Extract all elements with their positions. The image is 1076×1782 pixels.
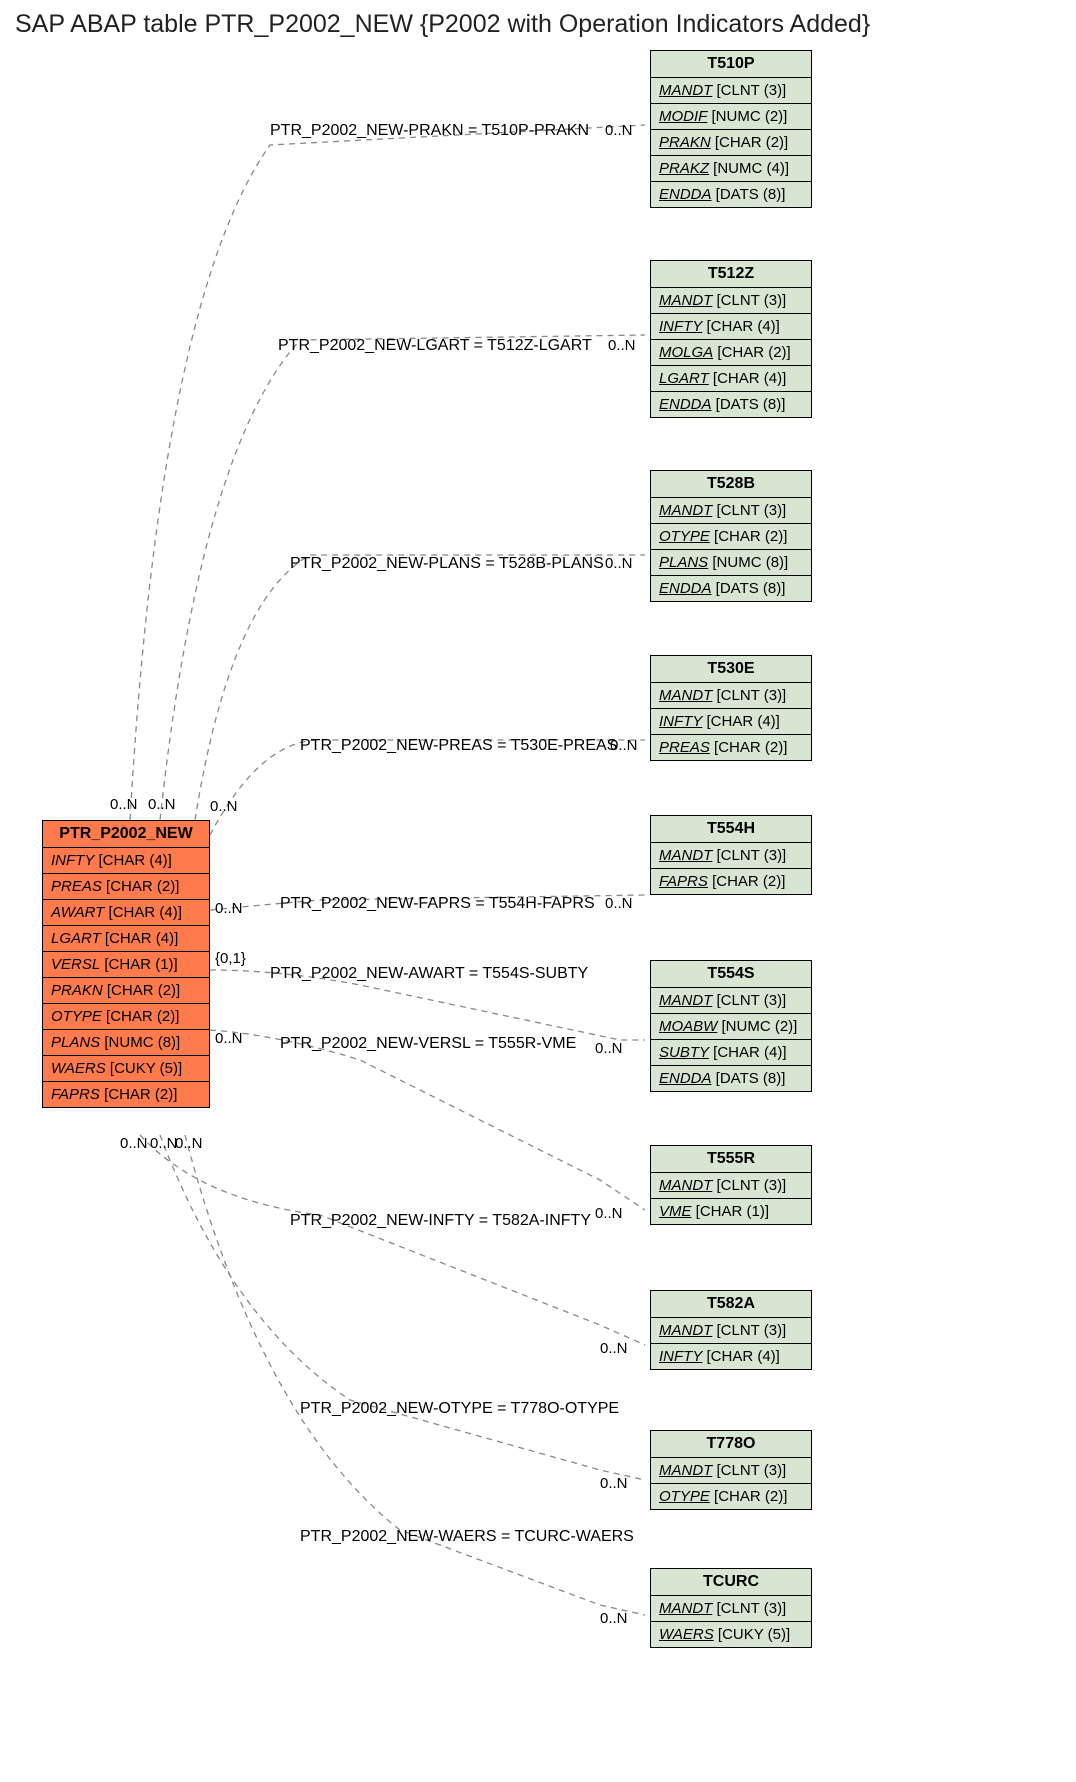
field-row: OTYPE [CHAR (2)] bbox=[651, 524, 811, 550]
entity-header: T512Z bbox=[651, 261, 811, 288]
edge-label: PTR_P2002_NEW-PRAKN = T510P-PRAKN bbox=[270, 122, 589, 140]
field-row: LGART [CHAR (4)] bbox=[651, 366, 811, 392]
entity-header: T528B bbox=[651, 471, 811, 498]
entity-header: T530E bbox=[651, 656, 811, 683]
field-row: OTYPE [CHAR (2)] bbox=[43, 1004, 209, 1030]
field-row: MANDT [CLNT (3)] bbox=[651, 1173, 811, 1199]
cardinality-left: 0..N bbox=[120, 1135, 148, 1152]
entity-header: T778O bbox=[651, 1431, 811, 1458]
entity-header: T554H bbox=[651, 816, 811, 843]
field-row: INFTY [CHAR (4)] bbox=[651, 709, 811, 735]
field-row: SUBTY [CHAR (4)] bbox=[651, 1040, 811, 1066]
field-row: PREAS [CHAR (2)] bbox=[43, 874, 209, 900]
cardinality-left: 0..N bbox=[150, 1135, 178, 1152]
entity-header: T555R bbox=[651, 1146, 811, 1173]
entity-t554s: T554SMANDT [CLNT (3)]MOABW [NUMC (2)]SUB… bbox=[650, 960, 812, 1092]
field-row: FAPRS [CHAR (2)] bbox=[43, 1082, 209, 1107]
field-row: MANDT [CLNT (3)] bbox=[651, 498, 811, 524]
entity-t512z: T512ZMANDT [CLNT (3)]INFTY [CHAR (4)]MOL… bbox=[650, 260, 812, 418]
field-row: VERSL [CHAR (1)] bbox=[43, 952, 209, 978]
field-row: PRAKN [CHAR (2)] bbox=[43, 978, 209, 1004]
field-row: ENDDA [DATS (8)] bbox=[651, 392, 811, 417]
entity-t528b: T528BMANDT [CLNT (3)]OTYPE [CHAR (2)]PLA… bbox=[650, 470, 812, 602]
entity-t554h: T554HMANDT [CLNT (3)]FAPRS [CHAR (2)] bbox=[650, 815, 812, 895]
field-row: PREAS [CHAR (2)] bbox=[651, 735, 811, 760]
edge-label: PTR_P2002_NEW-WAERS = TCURC-WAERS bbox=[300, 1528, 634, 1546]
entity-t510p: T510PMANDT [CLNT (3)]MODIF [NUMC (2)]PRA… bbox=[650, 50, 812, 208]
entity-header: T554S bbox=[651, 961, 811, 988]
cardinality-left: 0..N bbox=[215, 900, 243, 917]
edge-label: PTR_P2002_NEW-OTYPE = T778O-OTYPE bbox=[300, 1400, 619, 1418]
edge-label: PTR_P2002_NEW-VERSL = T555R-VME bbox=[280, 1035, 576, 1053]
field-row: MANDT [CLNT (3)] bbox=[651, 78, 811, 104]
cardinality-right: 0..N bbox=[600, 1610, 628, 1627]
cardinality-left: 0..N bbox=[215, 1030, 243, 1047]
field-row: MANDT [CLNT (3)] bbox=[651, 1458, 811, 1484]
field-row: ENDDA [DATS (8)] bbox=[651, 1066, 811, 1091]
entity-main: PTR_P2002_NEW INFTY [CHAR (4)]PREAS [CHA… bbox=[42, 820, 210, 1108]
edge-label: PTR_P2002_NEW-AWART = T554S-SUBTY bbox=[270, 965, 588, 983]
entity-header: T510P bbox=[651, 51, 811, 78]
entity-t530e: T530EMANDT [CLNT (3)]INFTY [CHAR (4)]PRE… bbox=[650, 655, 812, 761]
entity-t555r: T555RMANDT [CLNT (3)]VME [CHAR (1)] bbox=[650, 1145, 812, 1225]
entity-tcurc: TCURCMANDT [CLNT (3)]WAERS [CUKY (5)] bbox=[650, 1568, 812, 1648]
field-row: PRAKN [CHAR (2)] bbox=[651, 130, 811, 156]
edge-label: PTR_P2002_NEW-PLANS = T528B-PLANS bbox=[290, 555, 604, 573]
field-row: AWART [CHAR (4)] bbox=[43, 900, 209, 926]
field-row: WAERS [CUKY (5)] bbox=[651, 1622, 811, 1647]
cardinality-right: 0..N bbox=[605, 122, 633, 139]
cardinality-right: 0..N bbox=[610, 737, 638, 754]
field-row: MANDT [CLNT (3)] bbox=[651, 683, 811, 709]
field-row: LGART [CHAR (4)] bbox=[43, 926, 209, 952]
field-row: MANDT [CLNT (3)] bbox=[651, 288, 811, 314]
field-row: MANDT [CLNT (3)] bbox=[651, 843, 811, 869]
field-row: MOABW [NUMC (2)] bbox=[651, 1014, 811, 1040]
field-row: ENDDA [DATS (8)] bbox=[651, 576, 811, 601]
edge-label: PTR_P2002_NEW-PREAS = T530E-PREAS bbox=[300, 737, 617, 755]
field-row: ENDDA [DATS (8)] bbox=[651, 182, 811, 207]
field-row: OTYPE [CHAR (2)] bbox=[651, 1484, 811, 1509]
entity-t778o: T778OMANDT [CLNT (3)]OTYPE [CHAR (2)] bbox=[650, 1430, 812, 1510]
field-row: INFTY [CHAR (4)] bbox=[43, 848, 209, 874]
edge-label: PTR_P2002_NEW-INFTY = T582A-INFTY bbox=[290, 1212, 591, 1230]
field-row: VME [CHAR (1)] bbox=[651, 1199, 811, 1224]
edge-label: PTR_P2002_NEW-LGART = T512Z-LGART bbox=[278, 337, 592, 355]
cardinality-right: 0..N bbox=[600, 1340, 628, 1357]
entity-header: PTR_P2002_NEW bbox=[43, 821, 209, 848]
entity-header: TCURC bbox=[651, 1569, 811, 1596]
field-row: MANDT [CLNT (3)] bbox=[651, 1596, 811, 1622]
field-row: PLANS [NUMC (8)] bbox=[651, 550, 811, 576]
field-row: INFTY [CHAR (4)] bbox=[651, 1344, 811, 1369]
field-row: WAERS [CUKY (5)] bbox=[43, 1056, 209, 1082]
cardinality-right: 0..N bbox=[605, 555, 633, 572]
field-row: PRAKZ [NUMC (4)] bbox=[651, 156, 811, 182]
cardinality-right: 0..N bbox=[595, 1205, 623, 1222]
field-row: FAPRS [CHAR (2)] bbox=[651, 869, 811, 894]
field-row: MANDT [CLNT (3)] bbox=[651, 1318, 811, 1344]
cardinality-right: 0..N bbox=[605, 895, 633, 912]
field-row: MODIF [NUMC (2)] bbox=[651, 104, 811, 130]
diagram-title: SAP ABAP table PTR_P2002_NEW {P2002 with… bbox=[15, 10, 870, 39]
cardinality-right: 0..N bbox=[600, 1475, 628, 1492]
entity-header: T582A bbox=[651, 1291, 811, 1318]
entity-t582a: T582AMANDT [CLNT (3)]INFTY [CHAR (4)] bbox=[650, 1290, 812, 1370]
cardinality-right: 0..N bbox=[608, 337, 636, 354]
cardinality-left: 0..N bbox=[175, 1135, 203, 1152]
cardinality-left: {0,1} bbox=[215, 950, 246, 967]
cardinality-right: 0..N bbox=[595, 1040, 623, 1057]
field-row: PLANS [NUMC (8)] bbox=[43, 1030, 209, 1056]
field-row: MOLGA [CHAR (2)] bbox=[651, 340, 811, 366]
cardinality-left: 0..N bbox=[148, 796, 176, 813]
edge-label: PTR_P2002_NEW-FAPRS = T554H-FAPRS bbox=[280, 895, 595, 913]
field-row: MANDT [CLNT (3)] bbox=[651, 988, 811, 1014]
cardinality-left: 0..N bbox=[210, 798, 238, 815]
field-row: INFTY [CHAR (4)] bbox=[651, 314, 811, 340]
cardinality-left: 0..N bbox=[110, 796, 138, 813]
